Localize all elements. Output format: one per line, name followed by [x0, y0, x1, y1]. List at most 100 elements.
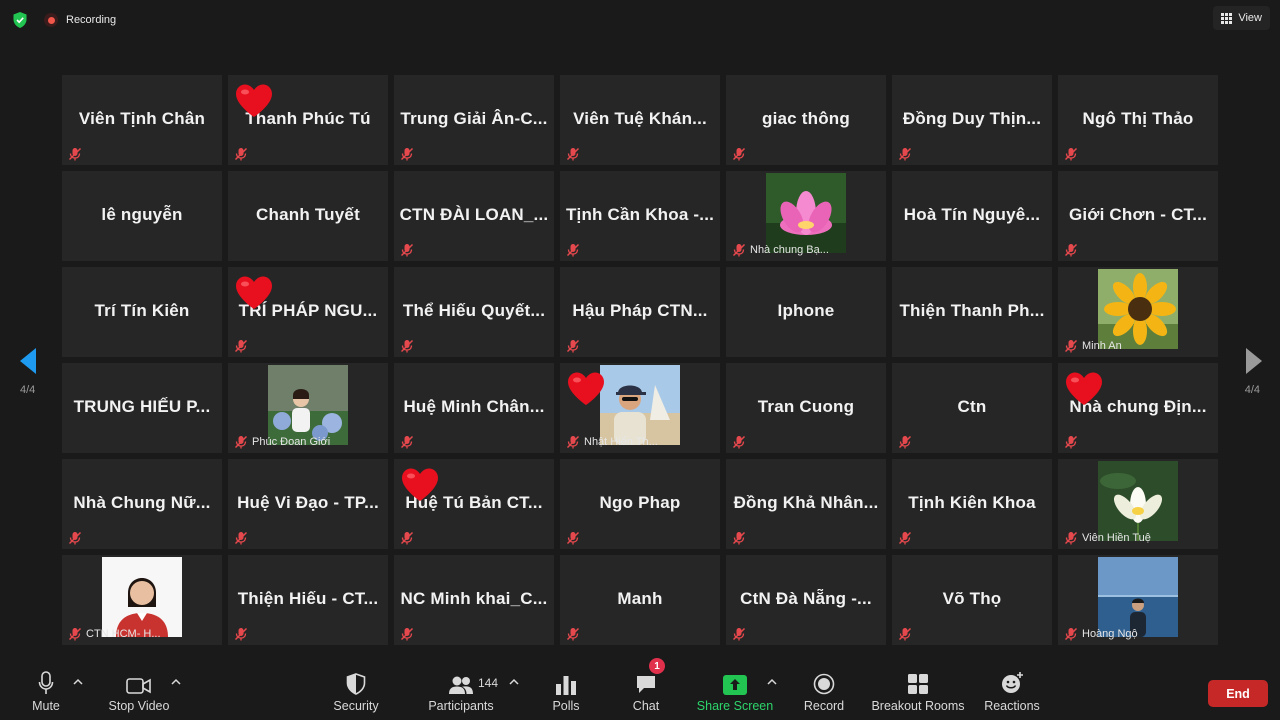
tile-footer: [1064, 435, 1078, 449]
participant-video-thumbnail: [766, 173, 846, 253]
polls-button[interactable]: Polls: [548, 660, 584, 720]
grid-view-icon: [1221, 12, 1233, 24]
chat-button[interactable]: 1 Chat: [630, 658, 665, 720]
participant-tile[interactable]: Thể Hiếu Quyết...: [394, 267, 554, 357]
tile-footer: [400, 243, 414, 257]
muted-microphone-icon: [234, 147, 248, 161]
tile-footer: [1064, 243, 1078, 257]
participant-tile[interactable]: Trung Giải Ân-C...: [394, 75, 554, 165]
participant-tile[interactable]: Viên Hiền Tuệ: [1058, 459, 1218, 549]
tile-footer: [566, 147, 580, 161]
participant-tile[interactable]: Hậu Pháp CTN...: [560, 267, 720, 357]
next-page-arrow-icon[interactable]: [1244, 346, 1264, 376]
stop-video-button[interactable]: Stop Video: [104, 660, 174, 720]
muted-microphone-icon: [400, 243, 414, 257]
participant-name: Thể Hiếu Quyết...: [402, 301, 546, 320]
tile-footer: [566, 531, 580, 545]
participant-name: Ngo Phap: [599, 493, 681, 512]
participant-name: Nhà Chung Nữ...: [73, 493, 211, 512]
muted-microphone-icon: [234, 339, 248, 353]
tile-footer: [400, 435, 414, 449]
muted-microphone-icon: [1064, 147, 1078, 161]
participant-name: Ctn: [957, 397, 987, 416]
tile-footer: [400, 627, 414, 641]
share-screen-button[interactable]: Share Screen: [697, 660, 773, 720]
participant-tile[interactable]: Ctn: [892, 363, 1052, 453]
record-button[interactable]: Record: [802, 660, 846, 720]
participant-tile[interactable]: Đồng Khả Nhân...: [726, 459, 886, 549]
breakout-rooms-button[interactable]: Breakout Rooms: [870, 660, 966, 720]
participant-tile[interactable]: Đồng Duy Thịn...: [892, 75, 1052, 165]
mute-button[interactable]: Mute: [28, 660, 64, 720]
participant-tile[interactable]: giac thông: [726, 75, 886, 165]
participant-tile[interactable]: Võ Thọ: [892, 555, 1052, 645]
participant-tile[interactable]: Viên Tịnh Chân: [62, 75, 222, 165]
participant-name: Huệ Minh Chân...: [403, 397, 545, 416]
tile-footer: Viên Hiền Tuệ: [1064, 531, 1151, 545]
end-meeting-button[interactable]: End: [1208, 680, 1268, 707]
audio-options-caret-icon[interactable]: [73, 678, 83, 686]
participant-tile[interactable]: Nhà chung Bạ...: [726, 171, 886, 261]
muted-microphone-icon: [566, 531, 580, 545]
stop-video-label: Stop Video: [108, 699, 170, 713]
participant-name: NC Minh khai_C...: [400, 589, 548, 608]
reactions-smiley-icon: [1002, 672, 1023, 693]
participant-tile[interactable]: Chanh Tuyết: [228, 171, 388, 261]
participant-tile[interactable]: Iphone: [726, 267, 886, 357]
heart-reaction-icon: [234, 83, 274, 119]
participant-tile[interactable]: Trí Tín Kiên: [62, 267, 222, 357]
participant-name: Trí Tín Kiên: [94, 301, 190, 320]
participant-tile[interactable]: Phúc Đoan Giới: [228, 363, 388, 453]
muted-microphone-icon: [1064, 627, 1078, 641]
recording-label: Recording: [66, 14, 117, 26]
share-screen-arrow-icon: [723, 675, 747, 695]
participants-button[interactable]: 144 Participants: [426, 660, 499, 720]
tile-footer: Minh An: [1064, 339, 1122, 353]
participant-tile[interactable]: Huệ Vi Đạo - TP...: [228, 459, 388, 549]
tile-footer: [898, 147, 912, 161]
recording-indicator[interactable]: Recording: [44, 11, 116, 29]
participant-tile[interactable]: lê nguyễn: [62, 171, 222, 261]
tile-footer: Nhật Hiển Th...: [566, 435, 658, 449]
participant-name: CTN HCM- H...: [86, 628, 161, 640]
participant-tile[interactable]: CTN HCM- H...: [62, 555, 222, 645]
muted-microphone-icon: [234, 435, 248, 449]
video-options-caret-icon[interactable]: [171, 678, 181, 686]
muted-microphone-icon: [732, 627, 746, 641]
view-button[interactable]: View: [1213, 6, 1270, 30]
tile-footer: [732, 531, 746, 545]
participant-tile[interactable]: TRUNG HIẾU P...: [62, 363, 222, 453]
muted-microphone-icon: [400, 147, 414, 161]
participant-tile[interactable]: Thiện Thanh Ph...: [892, 267, 1052, 357]
previous-page-arrow-icon[interactable]: [18, 346, 38, 376]
participant-tile[interactable]: Huệ Minh Chân...: [394, 363, 554, 453]
participant-tile[interactable]: Tran Cuong: [726, 363, 886, 453]
participant-tile[interactable]: Hoà Tín Nguyê...: [892, 171, 1052, 261]
record-icon: [813, 673, 835, 695]
participant-tile[interactable]: Thiện Hiếu - CT...: [228, 555, 388, 645]
participant-tile[interactable]: Minh An: [1058, 267, 1218, 357]
participant-tile[interactable]: Giới Chơn - CT...: [1058, 171, 1218, 261]
muted-microphone-icon: [1064, 243, 1078, 257]
participant-tile[interactable]: Ngo Phap: [560, 459, 720, 549]
encryption-shield-icon[interactable]: [12, 11, 28, 29]
share-options-caret-icon[interactable]: [767, 678, 777, 686]
participant-name: Nhà chung Bạ...: [750, 244, 829, 256]
participant-tile[interactable]: Tịnh Kiên Khoa: [892, 459, 1052, 549]
participant-tile[interactable]: CtN Đà Nẵng -...: [726, 555, 886, 645]
participant-tile[interactable]: Hoàng Ngộ: [1058, 555, 1218, 645]
participant-tile[interactable]: CTN ĐÀI LOAN_...: [394, 171, 554, 261]
reactions-button[interactable]: Reactions: [984, 660, 1040, 720]
top-bar: Recording View: [0, 0, 1280, 40]
participant-name: Huệ Vi Đạo - TP...: [237, 493, 379, 512]
participant-tile[interactable]: Viên Tuệ Khán...: [560, 75, 720, 165]
participant-tile[interactable]: Manh: [560, 555, 720, 645]
security-button[interactable]: Security: [330, 660, 382, 720]
participants-count: 144: [478, 676, 499, 690]
participant-tile[interactable]: Tịnh Cần Khoa -...: [560, 171, 720, 261]
participant-name: Giới Chơn - CT...: [1068, 205, 1208, 224]
participant-tile[interactable]: Nhà Chung Nữ...: [62, 459, 222, 549]
participant-tile[interactable]: NC Minh khai_C...: [394, 555, 554, 645]
participant-tile[interactable]: Ngô Thị Thảo: [1058, 75, 1218, 165]
participants-options-caret-icon[interactable]: [509, 678, 519, 686]
